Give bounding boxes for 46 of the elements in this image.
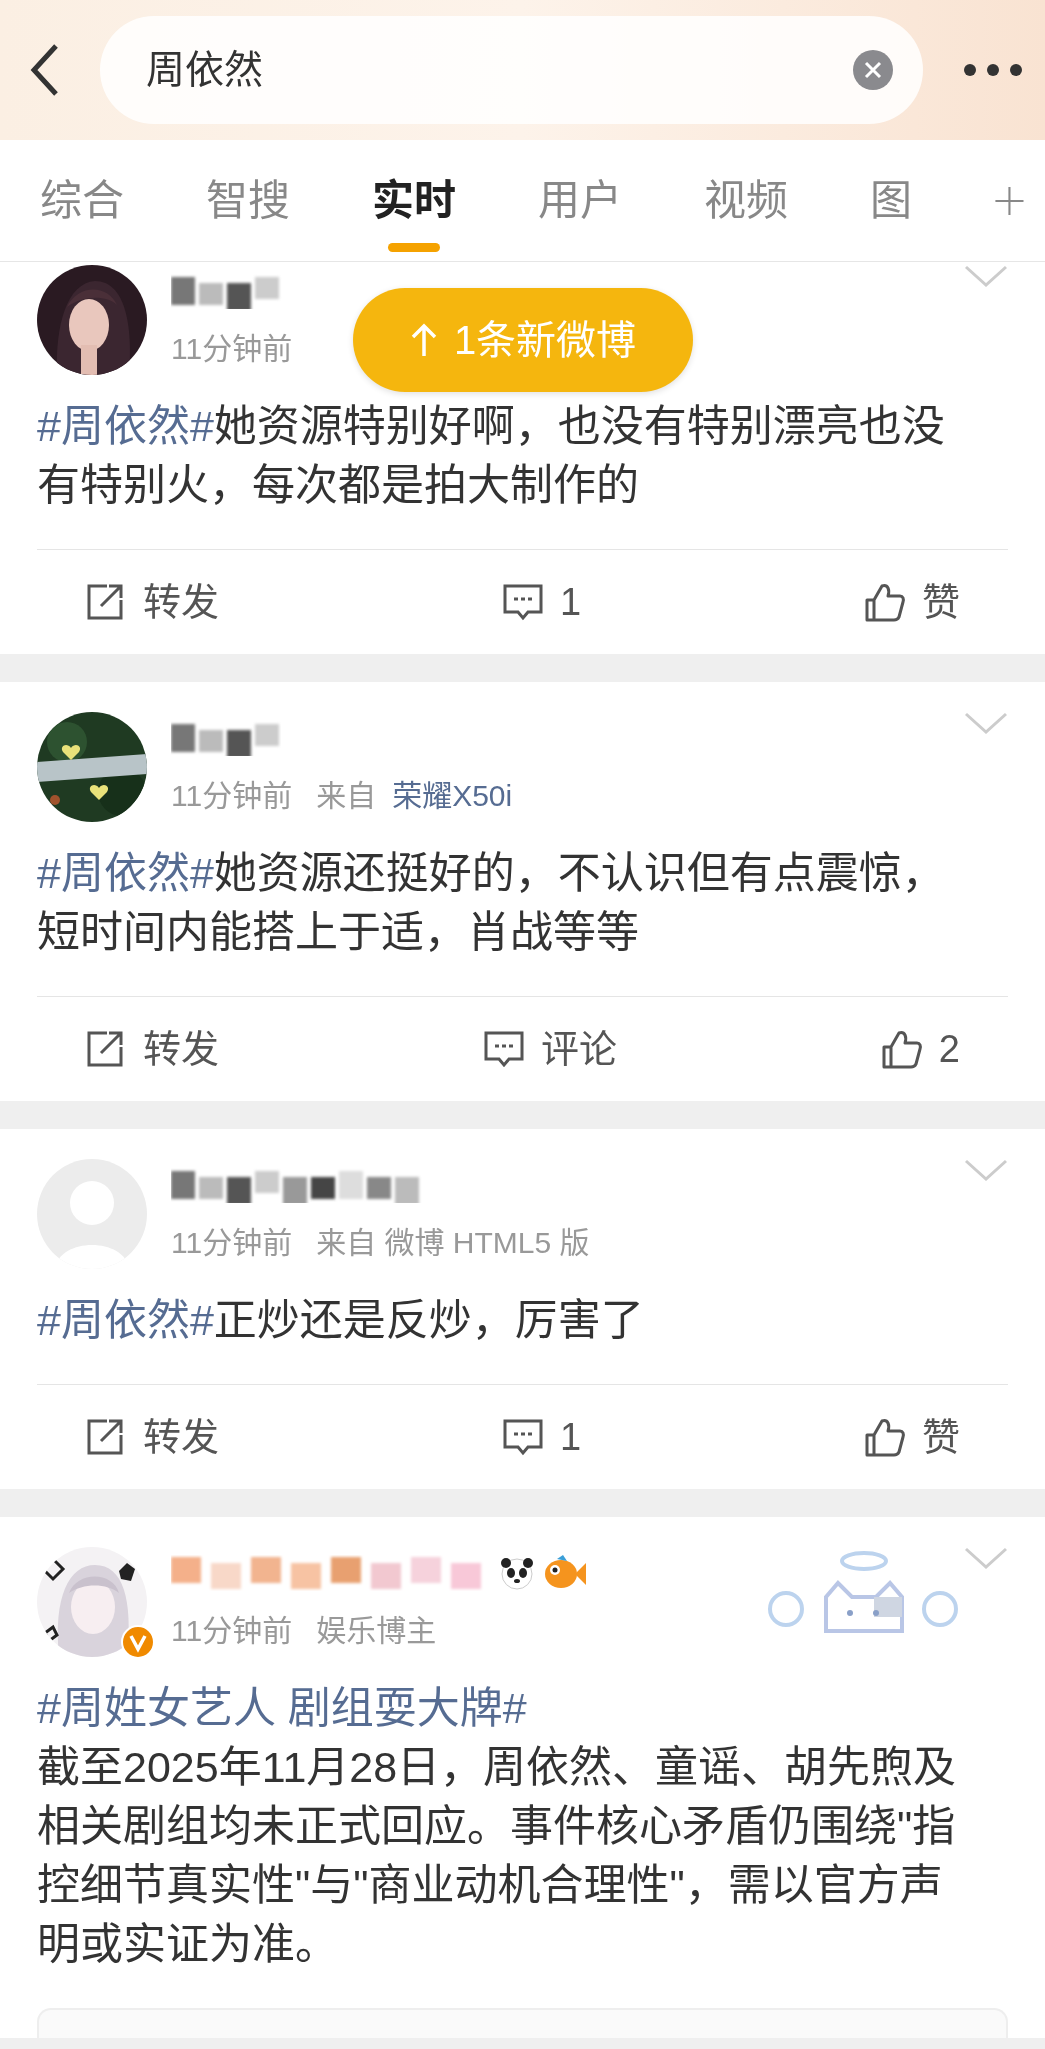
- post-text: #周姓女艺人 剧组耍大牌# 截至2025年11月28日，周依然、童谣、胡先煦及相关剧组均未正式回应。事件核心矛盾仍围绕"指控细节真实性"与"商业动机合理性"，需以官方声明或实证为准。: [37, 1683, 958, 1970]
- panda-icon: [499, 1555, 535, 1591]
- thumbs-up-icon: [864, 1417, 906, 1457]
- repost-button[interactable]: 转发: [85, 1020, 219, 1078]
- tab[interactable]: 综合: [40, 139, 124, 262]
- comment-icon: [482, 1029, 525, 1069]
- tab[interactable]: 视频: [704, 139, 789, 262]
- post-text: #周依然#她资源特别好啊，也没有特别漂亮也没有特别火，每次都是拍大制作的: [37, 401, 946, 511]
- verified-badge-icon: [121, 1625, 155, 1659]
- hashtag-link[interactable]: #周姓女艺人 剧组耍大牌#: [37, 1684, 527, 1732]
- fish-icon: [543, 1555, 587, 1591]
- like-button[interactable]: 赞: [864, 573, 960, 631]
- up-arrow-icon: [409, 322, 438, 358]
- clear-icon[interactable]: [853, 50, 893, 90]
- tab[interactable]: 用户: [538, 139, 623, 262]
- comment-button[interactable]: 1: [501, 573, 582, 631]
- post-time: 11分钟前: [171, 1225, 293, 1261]
- hashtag-link[interactable]: #周依然#: [37, 849, 214, 897]
- repost-button[interactable]: 转发: [85, 573, 219, 631]
- post-time: 11分钟前: [171, 1613, 293, 1649]
- post-source: 来自 微博 HTML5 版: [316, 1225, 590, 1261]
- hashtag-link[interactable]: #周依然#: [37, 1296, 214, 1344]
- comment-icon: [501, 1417, 544, 1457]
- like-button[interactable]: 赞: [864, 1408, 960, 1466]
- source-link[interactable]: 荣耀X50i: [392, 773, 513, 818]
- search-field[interactable]: 周依然: [146, 40, 853, 100]
- tab[interactable]: 智搜: [206, 139, 291, 262]
- more-icon[interactable]: [963, 63, 1023, 77]
- tab[interactable]: 图: [870, 139, 913, 262]
- back-icon[interactable]: [30, 43, 60, 97]
- thumbs-up-icon: [864, 582, 906, 622]
- post-time: 11分钟前: [171, 778, 293, 814]
- tab[interactable]: 实时: [372, 139, 457, 262]
- post-text: #周依然#她资源还挺好的，不认识但有点震惊，短时间内能搭上于适，肖战等等: [37, 848, 946, 958]
- comment-button[interactable]: 评论: [482, 1020, 617, 1078]
- hashtag-link[interactable]: #周依然#: [37, 402, 214, 450]
- post-source: 娱乐博主: [316, 1613, 437, 1649]
- post-text: #周依然#正炒还是反炒，厉害了: [37, 1295, 645, 1346]
- like-button[interactable]: 2: [880, 1020, 960, 1078]
- comment-icon: [501, 582, 544, 622]
- repost-button[interactable]: 转发: [85, 1408, 219, 1466]
- comment-button[interactable]: 1: [501, 1408, 582, 1466]
- search-bar[interactable]: 周依然: [100, 16, 923, 124]
- post-time: 11分钟前: [171, 331, 293, 367]
- thumbs-up-icon: [880, 1029, 923, 1069]
- post-source: 来自: [316, 778, 377, 814]
